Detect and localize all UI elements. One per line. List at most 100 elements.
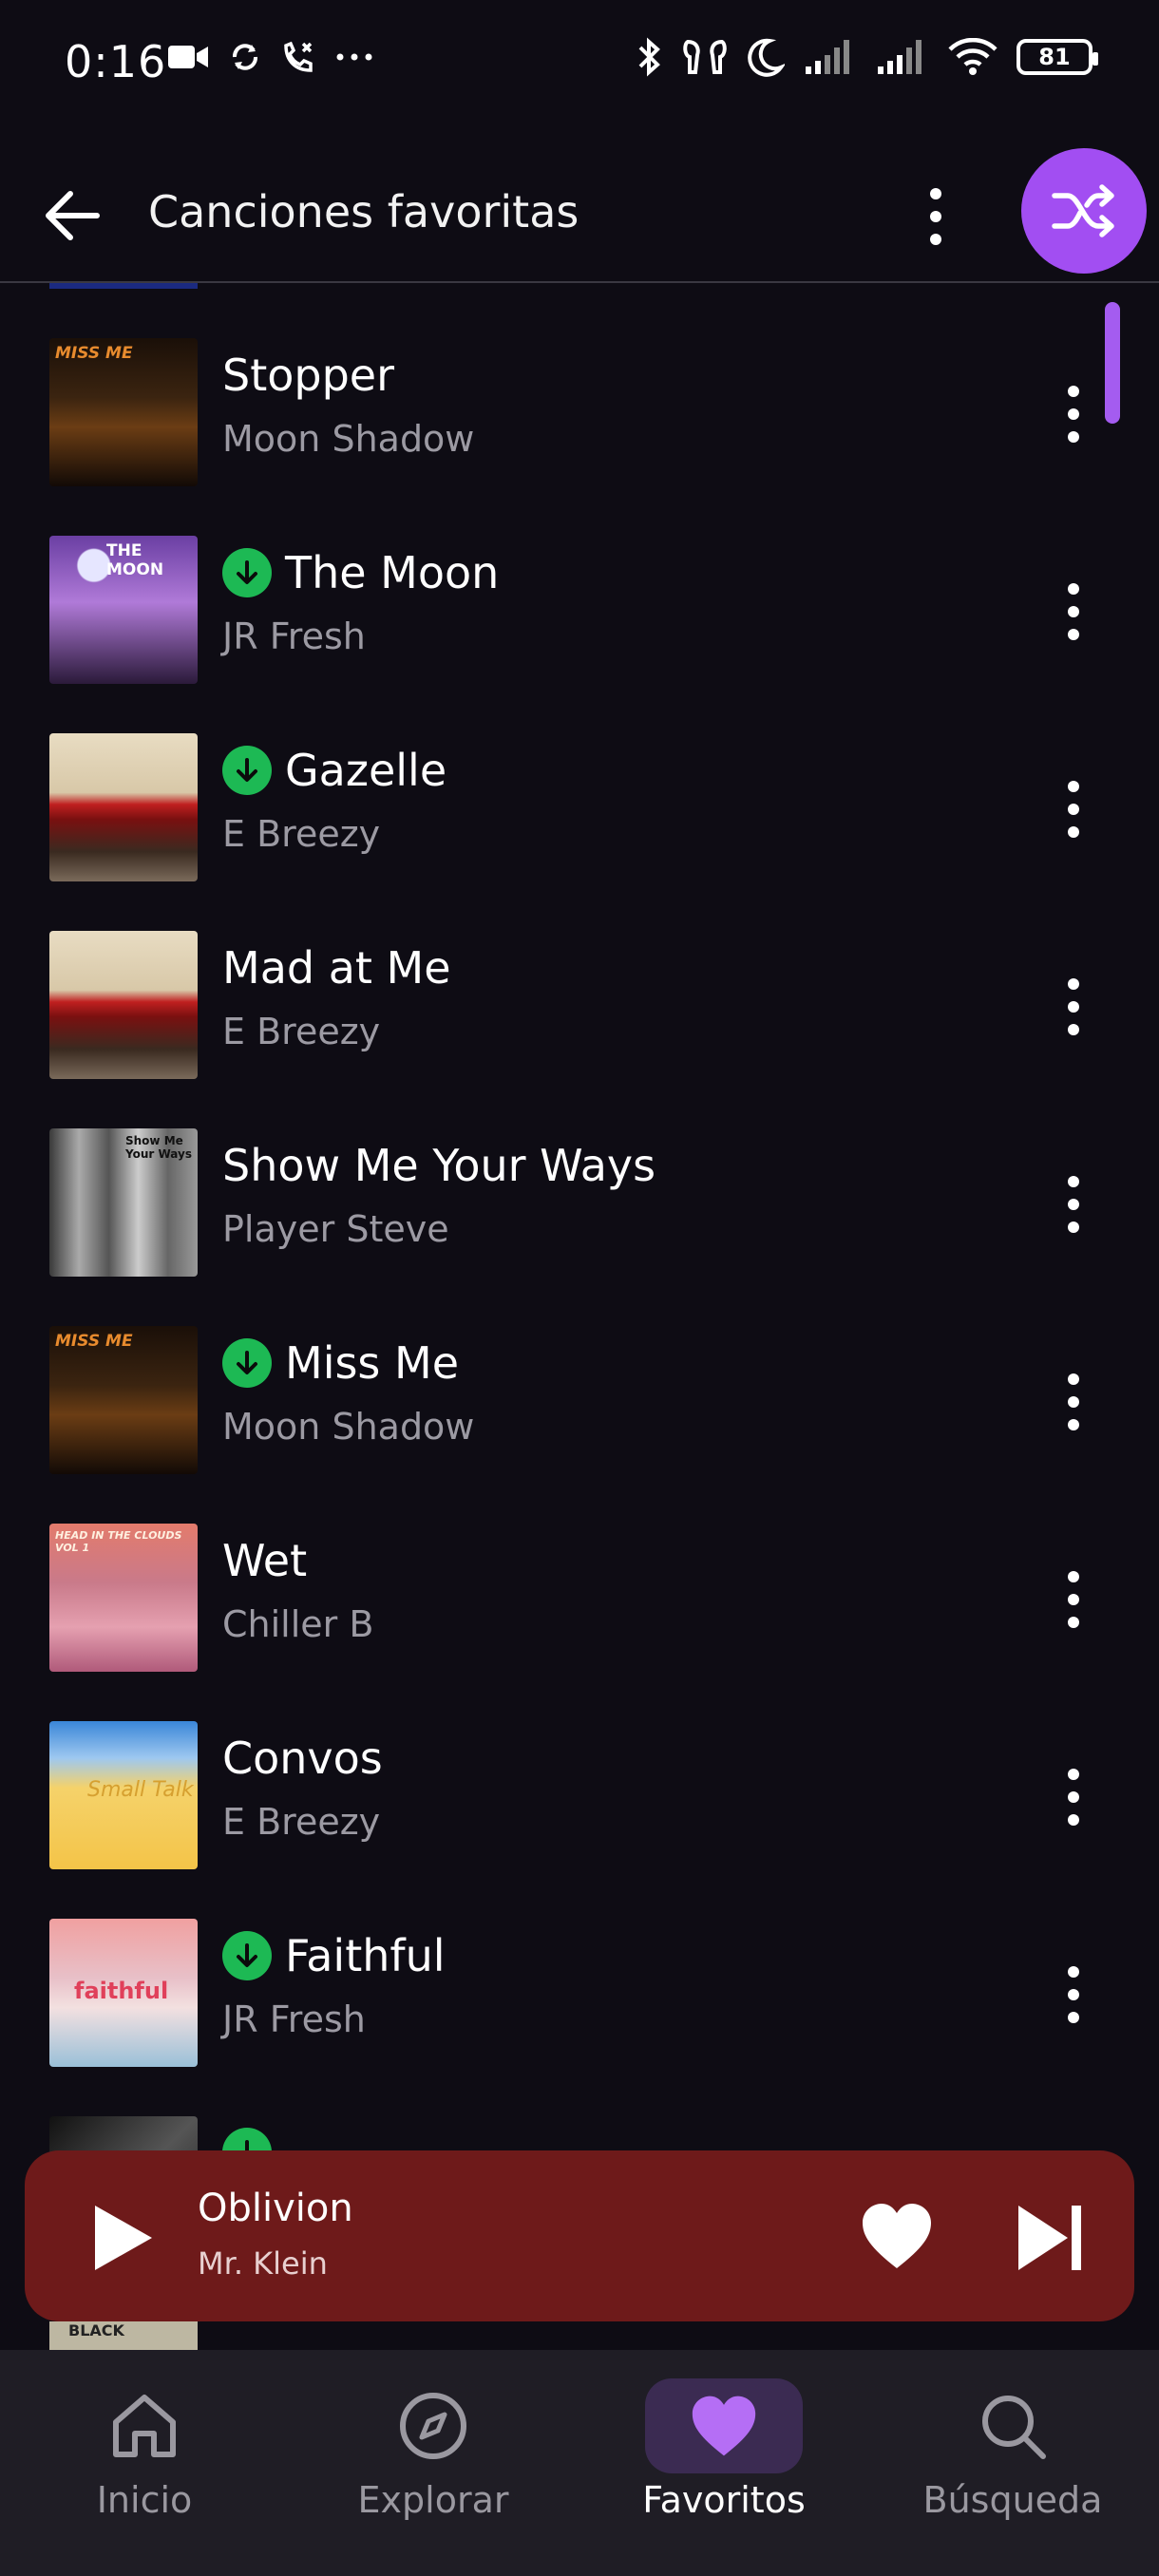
song-title-line: Wet <box>222 1535 307 1586</box>
song-more-button[interactable] <box>1054 574 1092 650</box>
song-row[interactable]: MISS ME Miss Me Moon Shadow <box>0 1273 1159 1474</box>
more-vertical-icon <box>1068 1571 1079 1582</box>
song-artist: Moon Shadow <box>222 1406 475 1448</box>
song-more-button[interactable] <box>1054 1957 1092 2033</box>
nav-label: Búsqueda <box>922 2479 1103 2521</box>
more-vertical-icon <box>1068 1176 1079 1187</box>
song-row[interactable]: Show Me Your Ways Show Me Your Ways Play… <box>0 1075 1159 1277</box>
shuffle-icon <box>1052 184 1114 237</box>
more-vertical-icon <box>930 188 941 199</box>
album-art-text: MISS ME <box>55 1332 133 1351</box>
wifi-icon <box>948 38 998 76</box>
bottom-navigation: Inicio Explorar Favoritos Búsqueda <box>0 2350 1159 2576</box>
downloaded-icon <box>222 1338 272 1388</box>
more-dots-icon <box>335 52 373 62</box>
song-title: Convos <box>222 1733 383 1784</box>
album-art-text: faithful <box>74 1978 169 2004</box>
song-more-button[interactable] <box>1054 1759 1092 1835</box>
song-title: Miss Me <box>285 1337 460 1389</box>
album-art-text: BLACK <box>68 2321 124 2339</box>
arrow-left-icon <box>46 191 100 240</box>
song-row[interactable]: faithful Faithful JR Fresh <box>0 1866 1159 2067</box>
app-header: Canciones favoritas <box>0 133 1159 283</box>
album-art <box>49 733 198 881</box>
more-vertical-icon <box>1068 583 1079 595</box>
heart-icon <box>863 2204 931 2268</box>
song-more-button[interactable] <box>1054 969 1092 1045</box>
album-art-text: HEAD IN THE CLOUDS VOL 1 <box>55 1529 182 1554</box>
song-more-button[interactable] <box>1054 771 1092 847</box>
nav-item-favoritos[interactable]: Favoritos <box>610 2378 838 2521</box>
signal-icon <box>804 38 857 76</box>
status-time: 0:16 <box>65 36 167 87</box>
album-art <box>49 931 198 1079</box>
song-more-button[interactable] <box>1054 1562 1092 1638</box>
song-row[interactable]: MISS ME Stopper Moon Shadow <box>0 285 1159 486</box>
more-vertical-icon <box>1068 386 1079 397</box>
next-button[interactable] <box>1013 2200 1089 2276</box>
play-button[interactable] <box>84 2200 160 2276</box>
song-title: Show Me Your Ways <box>222 1140 656 1191</box>
nav-item-explorar[interactable]: Explorar <box>319 2388 547 2521</box>
song-artist: Moon Shadow <box>222 418 475 460</box>
song-row[interactable]: Mad at Me E Breezy <box>0 878 1159 1079</box>
song-title-line: The Moon <box>222 547 499 598</box>
song-artist: E Breezy <box>222 1801 381 1843</box>
now-playing-title: Oblivion <box>198 2187 353 2230</box>
song-more-button[interactable] <box>1054 376 1092 452</box>
earbuds-icon <box>682 36 728 78</box>
album-art-text: MISS ME <box>55 344 133 363</box>
song-more-button[interactable] <box>1054 1166 1092 1242</box>
album-art: Show Me Your Ways <box>49 1128 198 1277</box>
song-title-line: Stopper <box>222 350 394 401</box>
more-options-button[interactable] <box>917 179 955 255</box>
song-title: The Moon <box>285 547 500 598</box>
song-title: Wet <box>222 1535 308 1586</box>
home-icon <box>106 2388 182 2464</box>
song-row[interactable]: Gazelle E Breezy <box>0 680 1159 881</box>
status-bar: 0:16 81 <box>0 0 1159 133</box>
downloaded-icon <box>222 746 272 795</box>
heart-icon <box>645 2378 803 2473</box>
song-artist: E Breezy <box>222 813 381 855</box>
skip-next-icon <box>1018 2206 1081 2270</box>
song-title-line: Mad at Me <box>222 942 451 994</box>
more-vertical-icon <box>1068 781 1079 792</box>
back-button[interactable] <box>40 182 106 249</box>
status-icons-left <box>166 38 373 76</box>
song-more-button[interactable] <box>1054 1364 1092 1440</box>
missed-call-icon <box>280 38 318 76</box>
song-title: Stopper <box>222 350 394 401</box>
more-vertical-icon <box>1068 978 1079 990</box>
song-row[interactable]: THE MOON The Moon JR Fresh <box>0 483 1159 684</box>
album-art-text: Small Talk <box>87 1778 194 1802</box>
album-art-text: Show Me Your Ways <box>125 1134 192 1161</box>
album-art-partial: BLACK <box>49 2321 198 2350</box>
song-artist: E Breezy <box>222 1011 381 1052</box>
song-row[interactable]: HEAD IN THE CLOUDS VOL 1 Wet Chiller B <box>0 1470 1159 1672</box>
mini-player[interactable]: Oblivion Mr. Klein <box>25 2150 1134 2321</box>
battery-level: 81 <box>1038 44 1071 70</box>
album-art: MISS ME <box>49 1326 198 1474</box>
song-title-line: Miss Me <box>222 1337 459 1389</box>
play-icon <box>95 2206 152 2270</box>
album-art: HEAD IN THE CLOUDS VOL 1 <box>49 1524 198 1672</box>
favorite-button[interactable] <box>859 2200 935 2272</box>
video-camera-icon <box>166 42 210 72</box>
song-title-line: Show Me Your Ways <box>222 1140 656 1191</box>
song-artist: Player Steve <box>222 1208 449 1250</box>
nav-item-inicio[interactable]: Inicio <box>30 2388 258 2521</box>
shuffle-button[interactable] <box>1021 148 1147 274</box>
now-playing-artist: Mr. Klein <box>198 2245 328 2282</box>
battery-icon: 81 <box>1016 39 1098 75</box>
page-title: Canciones favoritas <box>148 186 580 237</box>
song-title-line: Gazelle <box>222 745 446 796</box>
song-artist: JR Fresh <box>222 616 366 657</box>
album-art-text: THE MOON <box>106 541 164 579</box>
song-title-line: Convos <box>222 1733 383 1784</box>
nav-item-busqueda[interactable]: Búsqueda <box>899 2388 1127 2521</box>
downloaded-icon <box>222 548 272 597</box>
song-row[interactable]: Small Talk Convos E Breezy <box>0 1668 1159 1869</box>
sync-icon <box>227 39 263 75</box>
song-title: Gazelle <box>285 745 447 796</box>
